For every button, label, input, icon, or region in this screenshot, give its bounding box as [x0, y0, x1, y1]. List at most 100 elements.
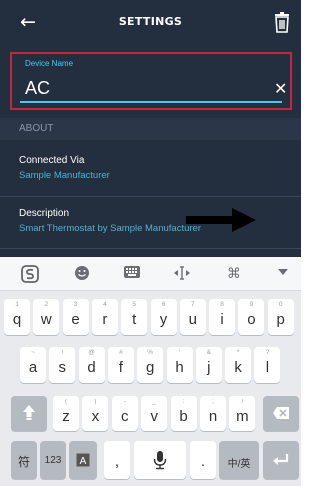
key-label: y [159, 311, 168, 328]
key-q[interactable]: 1q [4, 299, 30, 335]
key-n[interactable]: ; n [200, 396, 226, 431]
page-title: SETTINGS [118, 15, 183, 28]
device-name-field[interactable]: Device Name ✕ [10, 52, 292, 110]
backspace-key[interactable] [263, 396, 299, 431]
key-g[interactable]: % g [137, 347, 164, 383]
key-label: f [118, 359, 123, 376]
divider [0, 248, 301, 249]
key-label: p [276, 311, 285, 328]
key-i[interactable]: 8i [209, 299, 236, 335]
key-hint: _ [152, 398, 156, 405]
connected-via-title: Connected Via [19, 155, 85, 166]
key-w[interactable]: 2w [33, 299, 60, 335]
key-hint: 6 [161, 301, 166, 308]
language-key[interactable]: 中/英 [219, 441, 259, 479]
key-hint: ~ [31, 349, 35, 356]
key-label: x [91, 408, 100, 425]
key-hint: ? [265, 349, 270, 356]
connected-via-value: Sample Manufacturer [19, 170, 110, 181]
key-label: u [188, 311, 197, 328]
enter-key[interactable] [263, 441, 299, 479]
key-label: h [175, 359, 184, 376]
key-y[interactable]: 6y [150, 299, 177, 335]
close-icon[interactable]: ✕ [274, 81, 288, 97]
key-hint: 3 [73, 301, 78, 308]
key-hint: * [236, 349, 240, 356]
key-t[interactable]: 5t [121, 299, 148, 335]
key-label: c [121, 408, 129, 425]
key-z[interactable]: (z [53, 396, 79, 431]
key-b[interactable]: :b [170, 396, 197, 431]
key-label: i [220, 311, 224, 328]
key-s[interactable]: ! s [49, 347, 76, 383]
device-name-input[interactable] [25, 76, 275, 100]
key-hint: 5 [132, 301, 136, 308]
key-hint: ( [64, 398, 68, 405]
device-name-label: Device Name [25, 59, 74, 68]
shift-key[interactable] [11, 396, 47, 431]
key-hint: # [119, 349, 123, 356]
key-p[interactable]: 0p [267, 299, 294, 335]
key-a[interactable]: ~ a [20, 347, 46, 383]
key-l[interactable]: ? l [254, 347, 281, 383]
key-label: w [40, 311, 52, 328]
logo-s-icon[interactable] [20, 265, 40, 283]
key-label: b [179, 408, 188, 425]
key-label: a [28, 359, 38, 376]
cursor-icon[interactable] [172, 265, 192, 283]
key-label: l [265, 359, 270, 376]
key-o[interactable]: 9o [238, 299, 265, 335]
numbers-key[interactable]: 123 [40, 441, 66, 479]
key-hint: 7 [190, 301, 195, 308]
top-bar: ← SETTINGS [0, 0, 301, 46]
keyboard-switch-key[interactable]: A [69, 441, 97, 479]
key-label: q [12, 311, 22, 328]
keyboard: ⌘ 1q2w3e4r5t6y7u8i9o0p ~ a! s @ d # f% g ' h & j * k?… [0, 257, 301, 486]
key-label: t [132, 311, 137, 328]
key-label: o [247, 311, 256, 328]
key-label: v [150, 408, 158, 425]
description-value: Smart Thermostat by Sample Manufacturer [19, 223, 201, 234]
comma-key[interactable]: , [104, 441, 130, 479]
key-h[interactable]: ' h [166, 347, 193, 383]
key-u[interactable]: 7u [179, 299, 206, 335]
command-icon[interactable]: ⌘ [224, 265, 244, 283]
key-label: j [207, 359, 211, 376]
key-r[interactable]: 4r [91, 299, 118, 335]
key-x[interactable]: ) x [82, 396, 109, 431]
key-hint: ' [178, 349, 181, 356]
key-label: n [208, 408, 218, 425]
svg-text:A: A [80, 456, 87, 467]
key-hint: - [123, 398, 126, 405]
key-label: z [62, 408, 70, 425]
keyboard-icon[interactable] [122, 265, 142, 283]
key-hint: 8 [220, 301, 224, 308]
key-hint: / [241, 398, 244, 405]
key-hint: @ [88, 349, 95, 356]
emoji-icon[interactable] [72, 265, 92, 283]
key-m[interactable]: / m [229, 396, 256, 431]
collapse-icon[interactable] [273, 265, 293, 283]
key-j[interactable]: & j [195, 347, 222, 383]
key-label: m [236, 408, 249, 425]
key-hint: 0 [278, 301, 283, 308]
period-key[interactable]: . [190, 441, 216, 479]
microphone-key[interactable] [134, 441, 186, 479]
key-hint: 2 [44, 301, 49, 308]
about-label: ABOUT [19, 123, 54, 134]
settings-screen: ← SETTINGS Device Name ✕ ABOUT Connected… [0, 0, 301, 257]
trash-icon[interactable] [273, 12, 291, 34]
key-label: s [58, 359, 67, 376]
connected-via-row[interactable]: Connected Via Sample Manufacturer [0, 140, 301, 196]
key-e[interactable]: 3e [62, 299, 89, 335]
key-f[interactable]: # f [107, 347, 134, 383]
key-hint: ; [212, 398, 214, 405]
key-d[interactable]: @ d [78, 347, 105, 383]
key-v[interactable]: _ v [141, 396, 168, 431]
key-c[interactable]: -c [111, 396, 138, 431]
key-label: d [87, 359, 96, 376]
symbols-key[interactable]: 符 [11, 441, 37, 479]
keyboard-toolbar: ⌘ [0, 257, 301, 291]
key-k[interactable]: * k [225, 347, 252, 383]
key-hint: & [206, 349, 211, 356]
